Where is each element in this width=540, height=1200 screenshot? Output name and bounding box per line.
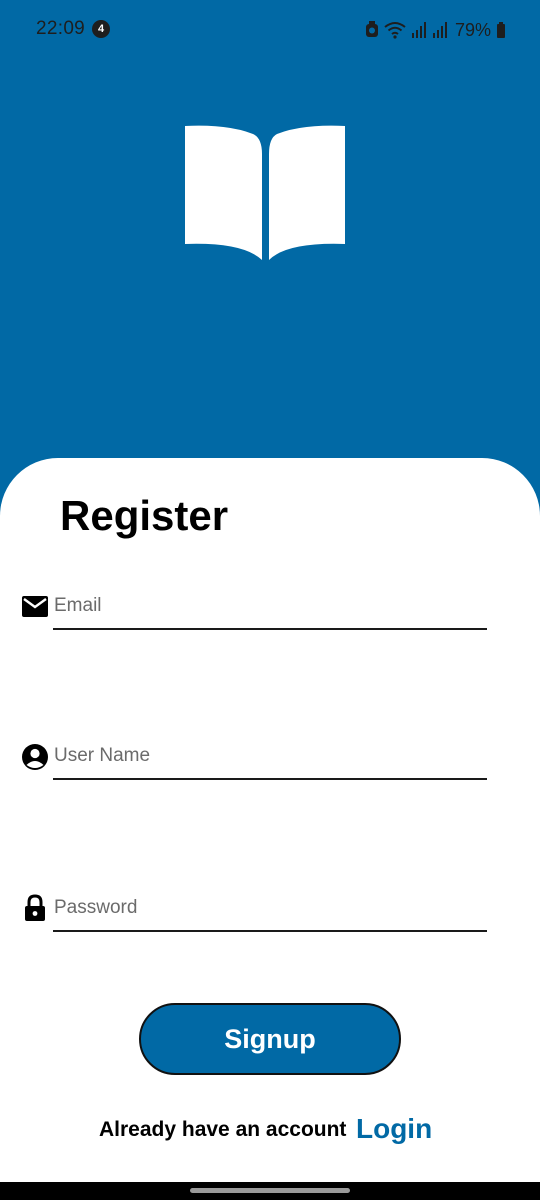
signal-icon-secondary bbox=[432, 22, 447, 38]
password-field[interactable] bbox=[53, 890, 487, 932]
notification-count-badge: 4 bbox=[92, 20, 110, 38]
alarm-icon bbox=[365, 21, 378, 37]
email-field[interactable] bbox=[53, 588, 487, 630]
username-field[interactable] bbox=[53, 738, 487, 780]
already-have-account-text: Already have an account bbox=[99, 1118, 347, 1141]
lock-icon bbox=[25, 894, 45, 921]
page-title: Register bbox=[60, 492, 229, 539]
envelope-icon bbox=[22, 596, 48, 617]
status-icons: 79% bbox=[365, 18, 506, 42]
wifi-icon bbox=[384, 22, 406, 39]
battery-icon bbox=[497, 22, 505, 38]
battery-percent: 79% bbox=[454, 19, 491, 40]
signup-button[interactable]: Signup bbox=[139, 1003, 401, 1075]
account-circle-icon bbox=[22, 744, 48, 770]
login-link[interactable]: Login bbox=[356, 1113, 432, 1145]
status-time: 22:09 bbox=[36, 18, 86, 39]
home-indicator[interactable] bbox=[190, 1188, 350, 1193]
open-book-icon bbox=[185, 125, 345, 261]
signal-icon bbox=[411, 22, 426, 38]
status-bar: 22:09 4 79% bbox=[0, 0, 540, 60]
